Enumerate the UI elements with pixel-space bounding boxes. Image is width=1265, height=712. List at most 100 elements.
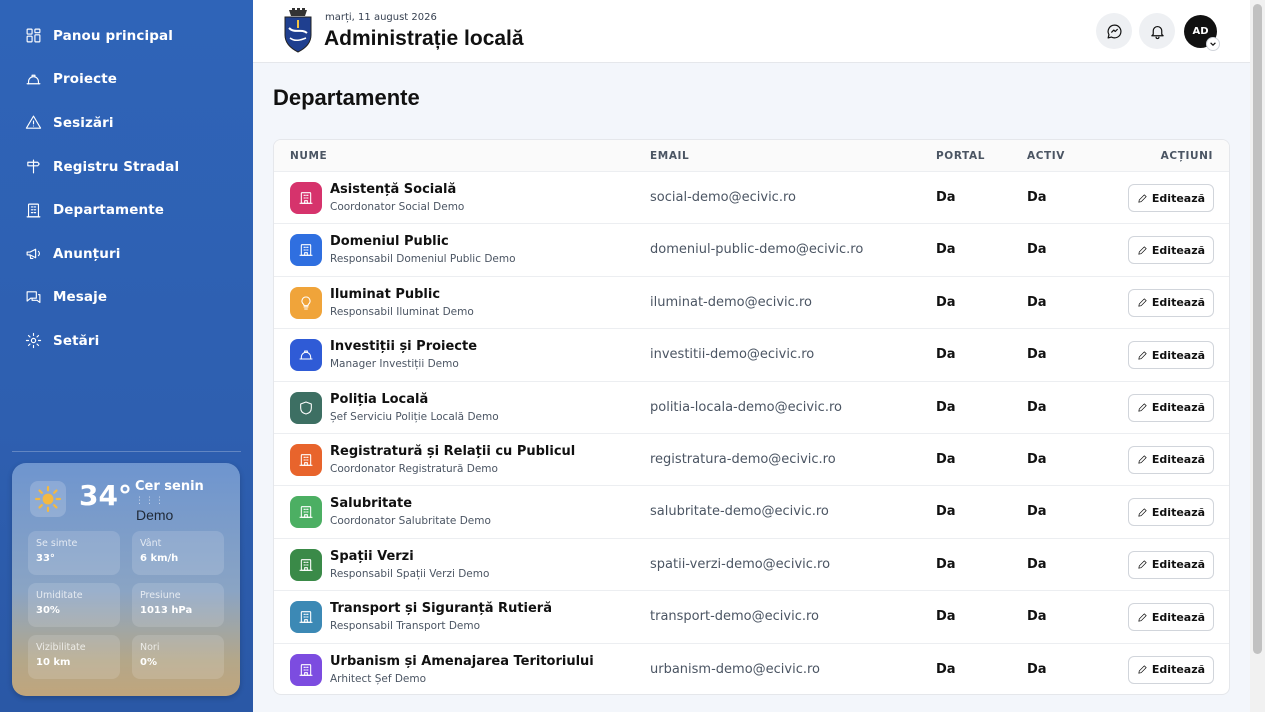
department-email: domeniul-public-demo@ecivic.ro xyxy=(650,242,864,258)
edit-button[interactable]: Editează xyxy=(1128,655,1214,684)
department-responsible: Coordonator Registratură Demo xyxy=(330,462,498,475)
edit-button[interactable]: Editează xyxy=(1128,236,1214,265)
department-portal: Da xyxy=(936,242,956,258)
pencil-icon xyxy=(1138,350,1147,360)
sidebar-item-anunturi[interactable]: Anunțuri xyxy=(0,232,253,276)
column-header-portal: PORTAL xyxy=(936,150,985,162)
page-scrollbar[interactable] xyxy=(1250,0,1265,712)
edit-button-label: Editează xyxy=(1151,505,1206,519)
edit-button[interactable]: Editează xyxy=(1128,603,1214,632)
warning-icon xyxy=(24,114,42,132)
building-icon xyxy=(290,653,322,686)
top-header: marți, 11 august 2026 Administrație loca… xyxy=(253,0,1250,63)
pencil-icon xyxy=(1138,193,1147,203)
edit-button-label: Editează xyxy=(1151,610,1206,624)
avatar-initials: AD xyxy=(1192,26,1209,37)
lightbulb-icon xyxy=(290,286,322,319)
department-email: spatii-verzi-demo@ecivic.ro xyxy=(650,556,831,572)
department-portal: Da xyxy=(936,347,956,363)
department-portal: Da xyxy=(936,661,956,677)
department-name: Iluminat Public xyxy=(330,286,441,302)
edit-button[interactable]: Editează xyxy=(1128,445,1214,474)
building-icon xyxy=(290,443,322,476)
department-name: Investiții și Proiecte xyxy=(330,339,478,355)
sidebar-item-label: Departamente xyxy=(53,202,164,219)
table-row: Iluminat Public Responsabil Iluminat Dem… xyxy=(274,277,1229,330)
department-responsible: Coordonator Social Demo xyxy=(330,201,465,213)
edit-button[interactable]: Editează xyxy=(1128,550,1214,579)
building-icon xyxy=(290,601,322,634)
weather-placeholder-glyph: ⋮⋮⋮ xyxy=(135,496,165,506)
sidebar-item-label: Registru Stradal xyxy=(53,158,180,175)
sidebar-item-mesaje[interactable]: Mesaje xyxy=(0,276,253,320)
header-date: marți, 11 august 2026 xyxy=(325,12,437,23)
department-email: transport-demo@ecivic.ro xyxy=(650,609,819,625)
table-header: NUME EMAIL PORTAL ACTIV ACȚIUNI xyxy=(274,140,1229,172)
table-row: Poliția Locală Șef Serviciu Poliție Loca… xyxy=(274,382,1229,434)
department-name: Salubritate xyxy=(330,496,413,512)
edit-button-label: Editează xyxy=(1151,348,1206,362)
notifications-button[interactable] xyxy=(1139,13,1175,49)
page-title: Departamente xyxy=(273,85,420,110)
gear-icon xyxy=(24,332,42,350)
pencil-icon xyxy=(1138,508,1147,517)
pencil-icon xyxy=(1138,403,1147,412)
department-email: urbanism-demo@ecivic.ro xyxy=(650,661,821,677)
weather-detail-humidity: Umiditate 30% xyxy=(28,583,120,627)
pencil-icon xyxy=(1138,455,1147,465)
messages-button[interactable] xyxy=(1096,13,1132,49)
weather-location: Demo xyxy=(136,507,174,523)
helmet-icon xyxy=(290,339,322,372)
edit-button[interactable]: Editează xyxy=(1128,288,1214,317)
department-responsible: Arhitect Șef Demo xyxy=(330,672,427,685)
sidebar-item-label: Proiecte xyxy=(53,71,118,88)
weather-temperature: 34° xyxy=(79,479,132,512)
bell-icon xyxy=(1150,25,1164,39)
weather-details: Se simte 33° Vânt 6 km/h Umiditate 30% Pres… xyxy=(28,531,224,679)
sidebar-item-proiecte[interactable]: Proiecte xyxy=(0,58,253,102)
column-header-actions: ACȚIUNI xyxy=(1160,150,1213,162)
sidebar-item-label: Sesizări xyxy=(53,114,114,131)
building-icon xyxy=(290,234,322,267)
user-avatar-button[interactable]: AD xyxy=(1184,15,1220,51)
edit-button[interactable]: Editează xyxy=(1128,393,1214,422)
pencil-icon xyxy=(1138,665,1147,674)
sidebar-item-sesizari[interactable]: Sesizări xyxy=(0,101,253,145)
sidebar-item-panou-principal[interactable]: Panou principal xyxy=(0,14,253,58)
scrollbar-thumb[interactable] xyxy=(1253,4,1262,654)
sidebar-item-departamente[interactable]: Departamente xyxy=(0,188,253,232)
weather-detail-clouds: Nori 0% xyxy=(132,635,224,679)
header-title: Administrație locală xyxy=(324,27,524,50)
chat-bubble-icon xyxy=(1107,24,1122,38)
edit-button[interactable]: Editează xyxy=(1128,184,1214,212)
sidebar-item-setari[interactable]: Setări xyxy=(0,319,253,363)
sidebar-divider xyxy=(12,451,241,452)
department-name: Asistență Socială xyxy=(330,182,457,197)
sidebar-item-label: Panou principal xyxy=(53,27,173,44)
table-row: Asistență Socială Coordonator Social Dem… xyxy=(274,172,1229,225)
department-name: Transport și Siguranță Rutieră xyxy=(330,601,552,617)
chat-icon xyxy=(24,288,42,306)
building-icon xyxy=(290,548,322,581)
department-portal: Da xyxy=(936,190,956,205)
pencil-icon xyxy=(1138,298,1147,307)
edit-button[interactable]: Editează xyxy=(1128,498,1214,527)
department-active: Da xyxy=(1027,347,1047,363)
table-row: Urbanism și Amenajarea Teritoriului Arhi… xyxy=(274,644,1229,694)
department-portal: Da xyxy=(936,451,956,467)
weather-detail-wind: Vânt 6 km/h xyxy=(132,531,224,575)
edit-button-label: Editează xyxy=(1151,296,1206,310)
edit-button[interactable]: Editează xyxy=(1128,341,1214,370)
edit-button-label: Editează xyxy=(1151,453,1206,467)
department-name: Domeniul Public xyxy=(330,234,449,250)
sidebar-item-registru-stradal[interactable]: Registru Stradal xyxy=(0,145,253,189)
pencil-icon xyxy=(1138,560,1147,569)
department-email: investitii-demo@ecivic.ro xyxy=(650,347,815,363)
weather-detail-feels-like: Se simte 33° xyxy=(28,531,120,575)
department-active: Da xyxy=(1027,190,1047,205)
department-email: social-demo@ecivic.ro xyxy=(650,190,796,205)
department-active: Da xyxy=(1027,242,1047,258)
edit-button-label: Editează xyxy=(1151,243,1206,257)
table-row: Domeniul Public Responsabil Domeniul Pub… xyxy=(274,224,1229,277)
sidebar-item-label: Anunțuri xyxy=(53,245,121,262)
